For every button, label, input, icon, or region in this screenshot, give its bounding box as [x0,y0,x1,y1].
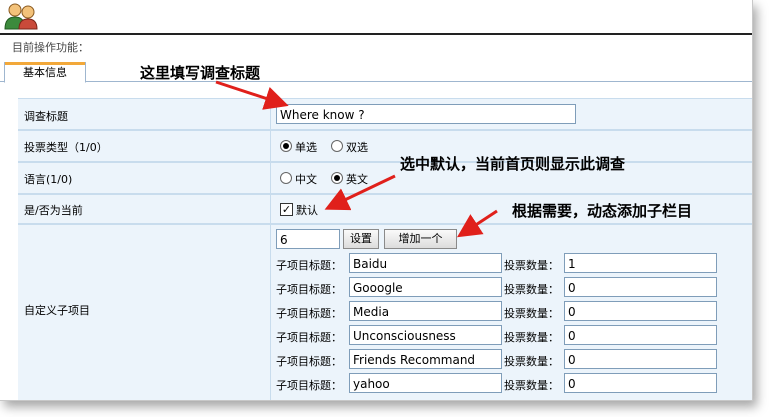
vote-count-input[interactable]: 0 [564,277,717,297]
item-title-label: 子项目标题： [276,259,342,272]
poll-form-table: 调查标题 Where know ? 投票类型（1/0） 单选 双选 语言(1/0… [18,98,752,400]
add-item-button[interactable]: 增加一个 [384,229,457,249]
users-icon [4,3,38,30]
default-checkbox-label: 默认 [296,204,318,217]
top-bar [0,0,752,35]
tab-basic-info[interactable]: 基本信息 [4,62,86,83]
column-divider [270,195,271,223]
column-divider [270,99,271,129]
item-count-input[interactable]: 6 [276,229,340,249]
annotation-default-hint: 选中默认，当前首页则显示此调查 [400,155,626,173]
annotation-title-hint: 这里填写调查标题 [140,64,261,82]
breadcrumb-bar: 目前操作功能： [0,35,752,58]
radio-chinese[interactable] [280,172,292,184]
radio-single[interactable] [280,140,292,152]
app-window: 目前操作功能： 基本信息 调查标题 Where know ? 投票类型（1/0）… [0,0,753,401]
vote-count-input[interactable]: 0 [564,349,717,369]
item-title-input[interactable]: Gooogle [349,277,502,297]
row-title: 调查标题 Where know ? [18,99,752,129]
vote-count-input[interactable]: 0 [564,373,717,393]
tab-active-stripe [5,62,85,65]
default-checkbox[interactable]: ✓ [280,203,293,216]
current-label: 是/否为当前 [24,204,83,217]
item-title-input[interactable]: Baidu [349,253,502,273]
item-title-input[interactable]: Media [349,301,502,321]
vote-count-input[interactable]: 1 [564,253,717,273]
title-label: 调查标题 [24,110,68,123]
vote-count-label: 投票数量： [504,331,559,344]
item-title-label: 子项目标题： [276,283,342,296]
vote-count-label: 投票数量： [504,307,559,320]
radio-single-label: 单选 [295,141,317,154]
row-vote-type: 投票类型（1/0） 单选 双选 [18,131,752,161]
item-title-label: 子项目标题： [276,355,342,368]
vote-count-label: 投票数量： [504,283,559,296]
column-divider [270,163,271,193]
radio-english-label: 英文 [346,173,368,186]
set-button[interactable]: 设置 [343,229,379,249]
vote-count-input[interactable]: 0 [564,325,717,345]
column-divider [270,131,271,161]
custom-items-label: 自定义子项目 [24,304,90,317]
item-title-input[interactable]: Friends Recommand [349,349,502,369]
radio-chinese-label: 中文 [295,173,317,186]
item-title-input[interactable]: Unconsciousness [349,325,502,345]
language-label: 语言(1/0) [24,173,73,186]
radio-double[interactable] [331,140,343,152]
vote-type-label: 投票类型（1/0） [24,141,108,154]
radio-double-label: 双选 [346,141,368,154]
vote-count-label: 投票数量： [504,259,559,272]
item-title-label: 子项目标题： [276,379,342,392]
breadcrumb: 目前操作功能： [12,41,89,54]
row-custom-items: 自定义子项目 6 设置 增加一个 子项目标题： Baidu 投票数量： 1 子项… [18,225,752,400]
column-divider [270,225,271,400]
title-input[interactable]: Where know ? [276,104,576,124]
item-title-input[interactable]: yahoo [349,373,502,393]
vote-count-label: 投票数量： [504,379,559,392]
annotation-children-hint: 根据需要，动态添加子栏目 [512,202,693,220]
vote-count-input[interactable]: 0 [564,301,717,321]
item-title-label: 子项目标题： [276,331,342,344]
radio-english[interactable] [331,172,343,184]
row-language: 语言(1/0) 中文 英文 [18,163,752,193]
vote-count-label: 投票数量： [504,355,559,368]
tab-divider [0,81,752,82]
item-title-label: 子项目标题： [276,307,342,320]
